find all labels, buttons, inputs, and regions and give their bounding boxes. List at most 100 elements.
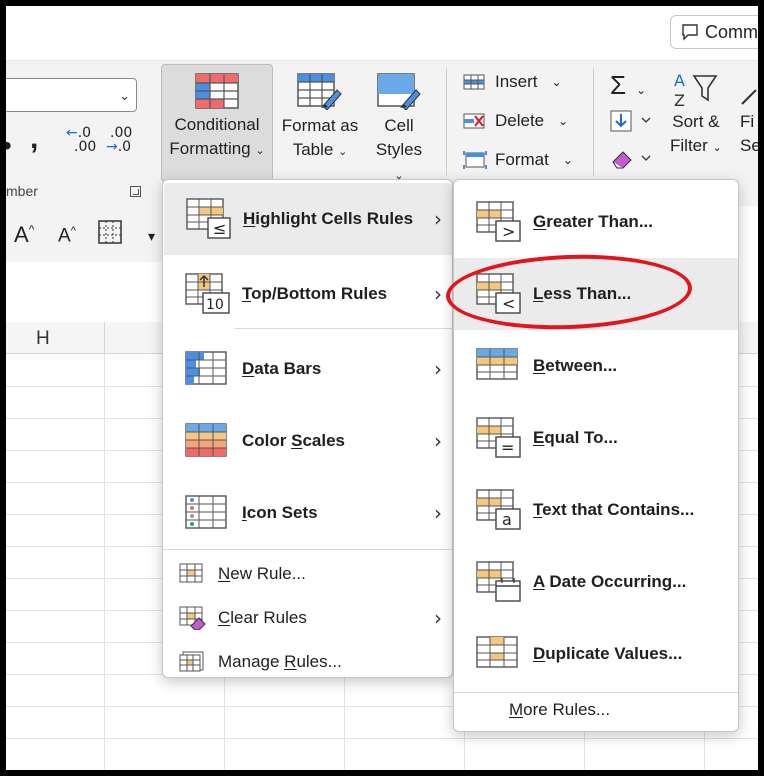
number-group-label: mber — [6, 183, 38, 199]
comments-button[interactable]: Comm — [670, 15, 758, 49]
menu-item-manage-rules[interactable]: Manage Rules... — [163, 640, 452, 684]
text-contains-icon: a — [476, 489, 521, 530]
menu-item-label: Highlight Cells Rules — [243, 209, 414, 228]
find-label-line1: Fi — [740, 112, 755, 131]
svg-text:10: 10 — [206, 297, 224, 313]
menu-item-color-scales[interactable]: Color Scales › — [163, 405, 452, 477]
sort-label-line1: Sort & — [672, 112, 720, 131]
menu-item-label: Duplicate Values... — [533, 644, 683, 663]
menu-separator — [454, 692, 738, 693]
menu-item-icon-sets[interactable]: Icon Sets › — [163, 477, 452, 549]
cs-label-line2: Styles — [375, 140, 423, 159]
menu-item-clear-rules[interactable]: Clear Rules › — [163, 596, 452, 640]
borders-icon — [98, 220, 122, 244]
menu-item-highlight-cells-rules[interactable]: ≤ Highlight Cells Rules › — [164, 183, 452, 255]
chevron-down-icon: ⌄ — [255, 145, 265, 157]
menu-item-data-bars[interactable]: Data Bars › — [163, 333, 452, 405]
find-select-button[interactable]: Fi Se — [740, 70, 758, 158]
increase-decimal-button[interactable]: ←.0 .00 — [66, 126, 96, 154]
fill-button[interactable] — [610, 110, 652, 137]
svg-text:A: A — [674, 71, 685, 90]
comma-style-button[interactable]: , — [30, 122, 38, 156]
menu-item-label: Manage Rules... — [218, 652, 342, 671]
grid-line — [104, 354, 105, 770]
cf-label-line2: Formatting — [169, 139, 251, 158]
find-icon — [741, 89, 757, 105]
menu-item-label: New Rule... — [218, 564, 306, 583]
chevron-down-icon: ⌄ — [119, 88, 130, 103]
column-header-h[interactable]: H — [36, 328, 50, 350]
cell-styles-icon — [377, 73, 421, 110]
new-rule-icon — [179, 563, 203, 583]
chevron-down-icon: ⌄ — [551, 75, 562, 89]
greater-than-icon: > — [476, 201, 521, 242]
menu-item-text-that-contains[interactable]: a Text that Contains... — [454, 474, 738, 546]
dialog-launcher-icon[interactable] — [130, 186, 141, 197]
chevron-right-icon: › — [434, 357, 442, 381]
currency-icon[interactable]: • — [6, 130, 12, 162]
menu-item-label: Data Bars — [242, 359, 322, 378]
svg-text:Z: Z — [674, 91, 685, 110]
grid-line — [104, 322, 105, 354]
svg-text:=: = — [501, 438, 514, 457]
delete-button[interactable]: Delete ⌄ — [463, 107, 568, 135]
format-as-table-button[interactable]: Format as Table ⌄ — [278, 64, 362, 182]
excel-window: Comm ⌄ • , ←.0 .00 .00 →.0 mber Conditio… — [6, 6, 758, 770]
insert-cells-icon — [463, 74, 485, 90]
sort-filter-button[interactable]: A Z Sort & Filter ⌄ — [670, 70, 722, 160]
dec-decrease-top: .00 — [110, 125, 133, 141]
conditional-formatting-button[interactable]: Conditional Formatting ⌄ — [161, 64, 273, 182]
decrease-decimal-button[interactable]: .00 →.0 — [106, 126, 132, 154]
increase-font-size-button[interactable]: A^ — [14, 222, 34, 248]
menu-item-new-rule[interactable]: New Rule... — [163, 552, 452, 596]
between-icon — [476, 348, 518, 380]
menu-item-label: Equal To... — [533, 428, 618, 447]
menu-item-between[interactable]: Between... — [454, 330, 738, 402]
top-bottom-rules-icon: 10 — [185, 273, 230, 314]
clear-button[interactable] — [610, 148, 652, 175]
insert-button[interactable]: Insert ⌄ — [463, 68, 562, 96]
manage-rules-icon — [179, 651, 204, 672]
menu-item-greater-than[interactable]: > Greater Than... — [454, 186, 738, 258]
chevron-right-icon: › — [434, 282, 442, 306]
conditional-formatting-icon — [195, 73, 239, 109]
ribbon-top-bar — [6, 6, 758, 60]
cell-styles-button[interactable]: Cell Styles ⌄ — [370, 64, 428, 182]
format-label: Format — [495, 150, 549, 169]
clear-rules-icon — [179, 606, 206, 630]
dec-decrease-bottom: .0 — [117, 139, 132, 155]
format-as-table-icon — [297, 73, 342, 110]
icon-sets-icon — [185, 495, 227, 529]
duplicate-values-icon — [476, 636, 518, 668]
data-bars-icon — [185, 351, 227, 385]
ribbon-divider — [6, 60, 758, 61]
format-button[interactable]: Format ⌄ — [463, 146, 573, 174]
number-format-dropdown[interactable]: ⌄ — [6, 78, 137, 112]
chevron-down-icon[interactable]: ▾ — [148, 228, 155, 245]
autosum-button[interactable]: Σ ⌄ — [610, 70, 646, 101]
borders-button[interactable] — [98, 220, 124, 250]
sort-filter-icon: A Z — [674, 71, 718, 110]
menu-item-label: Text that Contains... — [533, 500, 695, 519]
menu-item-a-date-occurring[interactable]: A Date Occurring... — [454, 546, 738, 618]
equal-to-icon: = — [476, 417, 521, 458]
sort-label-line2: Filter — [670, 136, 708, 155]
cf-label-line1: Conditional — [174, 115, 260, 134]
arrow-right-icon: → — [106, 139, 118, 155]
highlight-cells-rules-icon: ≤ — [186, 198, 231, 239]
comments-label: Comm — [705, 21, 758, 42]
eraser-icon — [612, 151, 651, 169]
menu-item-equal-to[interactable]: = Equal To... — [454, 402, 738, 474]
chevron-right-icon: › — [434, 429, 442, 453]
chevron-right-icon: › — [434, 207, 442, 231]
menu-separator — [235, 328, 454, 329]
menu-item-more-rules[interactable]: More Rules... — [509, 700, 610, 720]
group-separator — [593, 68, 594, 176]
decrease-font-size-button[interactable]: A^ — [58, 225, 76, 247]
menu-item-label: A Date Occurring... — [533, 572, 687, 591]
chevron-right-icon: › — [434, 501, 442, 525]
calendar-icon — [476, 561, 521, 602]
menu-item-top-bottom-rules[interactable]: 10 Top/Bottom Rules › — [163, 258, 452, 330]
menu-item-duplicate-values[interactable]: Duplicate Values... — [454, 618, 738, 690]
chevron-down-icon: ⌄ — [338, 146, 348, 158]
